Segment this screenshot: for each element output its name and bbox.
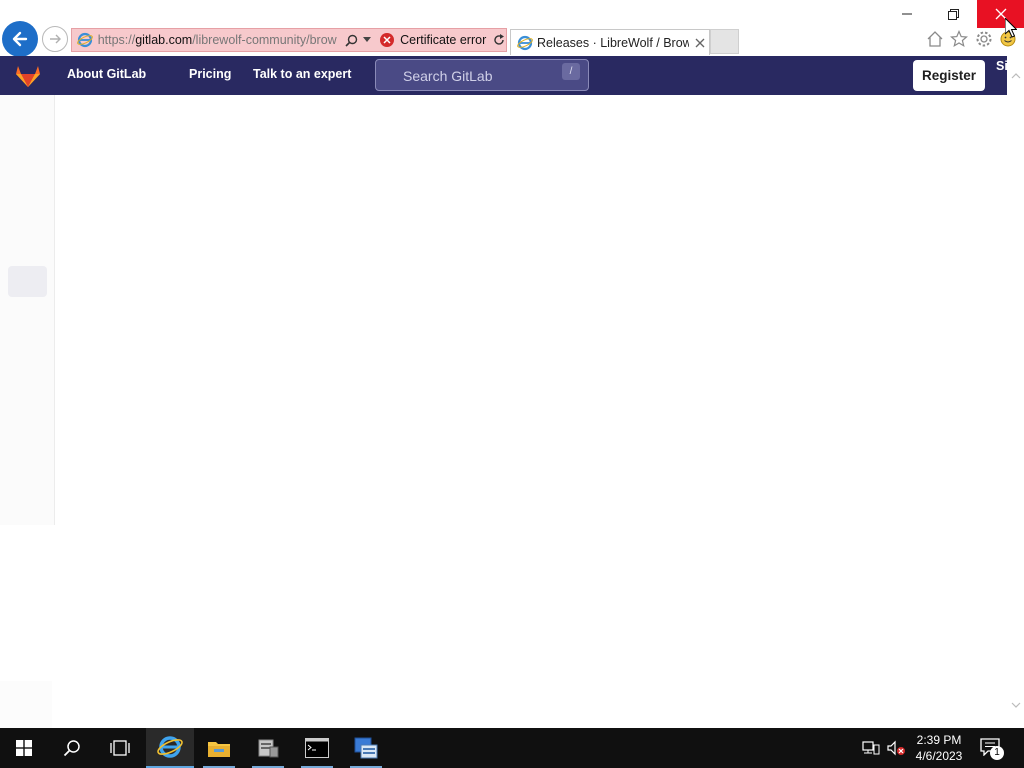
network-icon[interactable]: [860, 728, 882, 768]
sign-in-link[interactable]: Sign in: [996, 59, 1007, 74]
back-arrow-icon: [12, 31, 28, 47]
new-tab-button[interactable]: [710, 29, 739, 54]
taskbar-search-button[interactable]: [48, 728, 96, 768]
address-bar[interactable]: https://gitlab.com/librewolf-community/b…: [71, 28, 507, 52]
app-window-icon: [354, 737, 378, 759]
certificate-error-icon[interactable]: [380, 33, 395, 47]
sidebar-placeholder-item[interactable]: [8, 266, 47, 297]
home-icon[interactable]: [925, 29, 945, 49]
search-shortcut-badge: /: [562, 63, 580, 80]
action-center-button[interactable]: 1: [980, 738, 1004, 760]
restore-icon: [947, 8, 959, 20]
search-icon[interactable]: [344, 34, 360, 47]
url-host: gitlab.com: [135, 33, 193, 47]
clock-time: 2:39 PM: [916, 733, 962, 747]
notification-count-badge: 1: [990, 746, 1004, 760]
minimize-icon: [902, 13, 912, 15]
gitlab-search-input[interactable]: Search GitLab /: [375, 59, 589, 91]
taskbar-internet-explorer[interactable]: [146, 728, 194, 768]
taskbar-app[interactable]: [342, 728, 390, 768]
volume-muted-icon[interactable]: [885, 728, 907, 768]
chevron-down-icon[interactable]: [362, 37, 374, 43]
server-manager-icon: [258, 739, 279, 758]
ie-icon: [157, 736, 183, 758]
taskview-icon: [110, 740, 130, 756]
nav-pricing[interactable]: Pricing: [189, 67, 231, 81]
gitlab-logo[interactable]: [15, 64, 41, 88]
page-scrollbar[interactable]: [1007, 56, 1024, 728]
restore-button[interactable]: [930, 0, 976, 28]
url-prefix: https://: [97, 33, 136, 47]
browser-titlebar: https://gitlab.com/librewolf-community/b…: [0, 0, 1024, 57]
taskbar-clock[interactable]: 2:39 PM 4/6/2023: [908, 732, 970, 764]
refresh-icon[interactable]: [492, 34, 506, 46]
search-icon: [63, 740, 80, 757]
certificate-error-label[interactable]: Certificate error: [400, 33, 486, 47]
tab-releases[interactable]: Releases · LibreWolf / Brow...: [510, 29, 710, 55]
search-placeholder: Search GitLab: [403, 68, 493, 84]
ie-icon: [75, 30, 95, 50]
windows-start-icon: [16, 740, 32, 756]
mouse-cursor: [1005, 18, 1017, 38]
sidebar-bottom: [0, 681, 52, 728]
chevron-down-icon[interactable]: [1010, 699, 1022, 711]
gear-icon[interactable]: [974, 29, 994, 49]
gitlab-sidebar: [0, 95, 55, 525]
taskbar-command-prompt[interactable]: [293, 728, 341, 768]
folder-icon: [208, 742, 230, 757]
windows-taskbar: 2:39 PM 4/6/2023 1: [0, 728, 1024, 768]
url-path: /librewolf-community/brow: [192, 33, 337, 47]
register-button[interactable]: Register: [913, 60, 985, 91]
task-view-button[interactable]: [96, 728, 144, 768]
tab-title: Releases · LibreWolf / Brow...: [537, 35, 689, 50]
star-icon[interactable]: [949, 29, 969, 49]
ie-icon: [517, 35, 533, 51]
address-url[interactable]: https://gitlab.com/librewolf-community/b…: [98, 33, 341, 47]
taskbar-file-explorer[interactable]: [195, 728, 243, 768]
close-icon[interactable]: [693, 38, 707, 48]
back-button[interactable]: [2, 21, 38, 57]
forward-button[interactable]: [42, 26, 68, 52]
start-button[interactable]: [0, 728, 48, 768]
chevron-up-icon[interactable]: [1010, 70, 1022, 82]
gitlab-top-nav: About GitLab Pricing Talk to an expert S…: [0, 56, 1007, 95]
clock-date: 4/6/2023: [915, 749, 963, 763]
nav-talk-to-expert[interactable]: Talk to an expert: [253, 67, 351, 81]
nav-about-gitlab[interactable]: About GitLab: [67, 67, 146, 81]
forward-arrow-icon: [50, 34, 61, 44]
minimize-button[interactable]: [884, 0, 930, 28]
taskbar-server-manager[interactable]: [244, 728, 292, 768]
command-prompt-icon: [305, 738, 329, 758]
